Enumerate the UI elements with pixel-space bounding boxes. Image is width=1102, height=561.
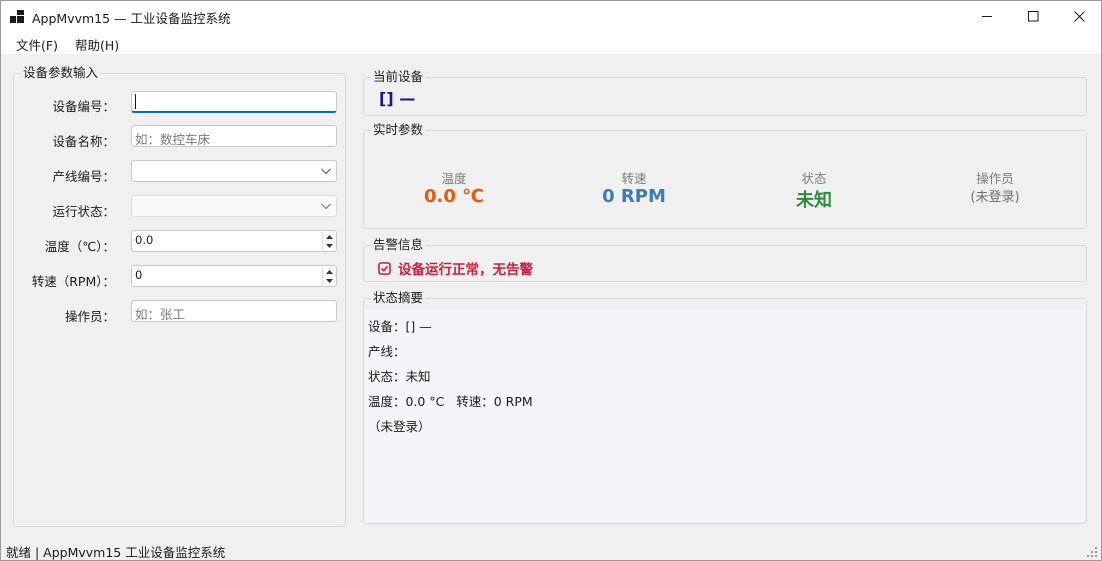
caret-down-icon — [325, 278, 333, 283]
operator-input[interactable]: 如：张工 — [131, 300, 337, 322]
operator-label: 操作员： — [64, 309, 115, 324]
alarm-message: 设备运行正常，无告警 — [378, 258, 533, 278]
menu-bar: 文件(F) 帮助(H) — [1, 32, 1101, 54]
summary-group: 状态摘要 设备：[] — 产线： 状态：未知 温度：0.0 °C 转速：0 RP… — [363, 290, 1087, 524]
realtime-title: 实时参数 — [371, 122, 426, 138]
operator-placeholder: 如：张工 — [135, 307, 186, 322]
device-id-input[interactable] — [131, 91, 337, 113]
current-device-group: 当前设备 [] — — [363, 69, 1087, 116]
temperature-value: 0.0 — [135, 233, 154, 247]
speed-metric-label: 转速 — [621, 171, 647, 186]
device-input-group-title: 设备参数输入 — [21, 65, 101, 81]
speed-value: 0 — [135, 268, 143, 282]
summary-line-operator: （未登录） — [368, 419, 431, 434]
summary-textbox[interactable]: 设备：[] — 产线： 状态：未知 温度：0.0 °C 转速：0 RPM （未登… — [365, 310, 1085, 522]
speed-spin — [322, 267, 335, 285]
menu-help[interactable]: 帮助(H) — [75, 35, 119, 54]
current-device-title: 当前设备 — [371, 69, 426, 85]
summary-title: 状态摘要 — [371, 290, 426, 306]
line-no-dropdown[interactable] — [131, 160, 337, 182]
speed-metric-value: 0 RPM — [602, 186, 666, 207]
device-name-label: 设备名称： — [52, 134, 115, 149]
caret-up-icon — [325, 234, 333, 239]
close-icon — [1073, 11, 1085, 22]
maximize-button[interactable] — [1010, 1, 1056, 32]
status-bar: 就绪 | AppMvvm15 工业设备监控系统 — [1, 539, 1101, 560]
state-metric-value: 未知 — [796, 190, 832, 211]
menu-file[interactable]: 文件(F) — [16, 35, 58, 54]
spin-down-button[interactable] — [322, 276, 335, 285]
status-text: 就绪 | AppMvvm15 工业设备监控系统 — [6, 545, 226, 560]
spin-up-button[interactable] — [322, 232, 335, 241]
device-id-label: 设备编号： — [52, 99, 115, 114]
main-window: AppMvvm15 — 工业设备监控系统 文件(F) 帮助(H) 设备参数输入 … — [0, 0, 1102, 561]
operator-metric-value: (未登录) — [970, 190, 1020, 205]
summary-line-line: 产线： — [368, 344, 406, 359]
minimize-icon — [981, 16, 992, 17]
speed-stepper[interactable]: 0 — [131, 265, 337, 287]
app-icon — [10, 10, 24, 23]
operator-metric-label: 操作员 — [976, 171, 1014, 186]
temperature-metric-value: 0.0 ℃ — [424, 186, 484, 207]
spin-up-button[interactable] — [322, 267, 335, 276]
alarm-group: 告警信息 设备运行正常，无告警 — [363, 237, 1087, 282]
text-caret — [135, 94, 136, 109]
caret-up-icon — [325, 269, 333, 274]
spin-down-button[interactable] — [322, 241, 335, 250]
speed-label: 转速（RPM）： — [31, 274, 115, 289]
chevron-down-icon — [321, 203, 331, 210]
temperature-stepper[interactable]: 0.0 — [131, 230, 337, 252]
current-device-value: [] — — [379, 89, 416, 108]
title-bar: AppMvvm15 — 工业设备监控系统 — [1, 1, 1101, 32]
resize-grip-icon[interactable] — [1086, 546, 1098, 558]
alarm-title: 告警信息 — [371, 237, 426, 253]
checkbox-check-icon — [378, 261, 391, 275]
realtime-group: 实时参数 温度 0.0 ℃ 转速 0 RPM 状态 未知 操作员 (未登录) — [363, 122, 1087, 229]
summary-line-readings: 温度：0.0 °C 转速：0 RPM — [368, 394, 533, 409]
state-metric-label: 状态 — [801, 171, 827, 186]
run-state-dropdown[interactable] — [131, 195, 337, 217]
temperature-label: 温度（℃）： — [44, 239, 115, 254]
minimize-button[interactable] — [964, 1, 1010, 32]
summary-line-device: 设备：[] — — [368, 319, 432, 334]
summary-line-state: 状态：未知 — [368, 369, 431, 384]
temperature-metric-label: 温度 — [441, 171, 467, 186]
maximize-icon — [1027, 11, 1038, 22]
temperature-spin — [322, 232, 335, 250]
device-name-input[interactable]: 如：数控车床 — [131, 125, 337, 147]
window-title: AppMvvm15 — 工业设备监控系统 — [32, 11, 231, 26]
device-name-placeholder: 如：数控车床 — [135, 132, 211, 147]
caret-down-icon — [325, 243, 333, 248]
chevron-down-icon — [321, 168, 331, 175]
run-state-label: 运行状态： — [52, 204, 115, 219]
close-button[interactable] — [1056, 1, 1101, 32]
alarm-message-text: 设备运行正常，无告警 — [398, 262, 533, 278]
line-no-label: 产线编号： — [52, 169, 115, 184]
